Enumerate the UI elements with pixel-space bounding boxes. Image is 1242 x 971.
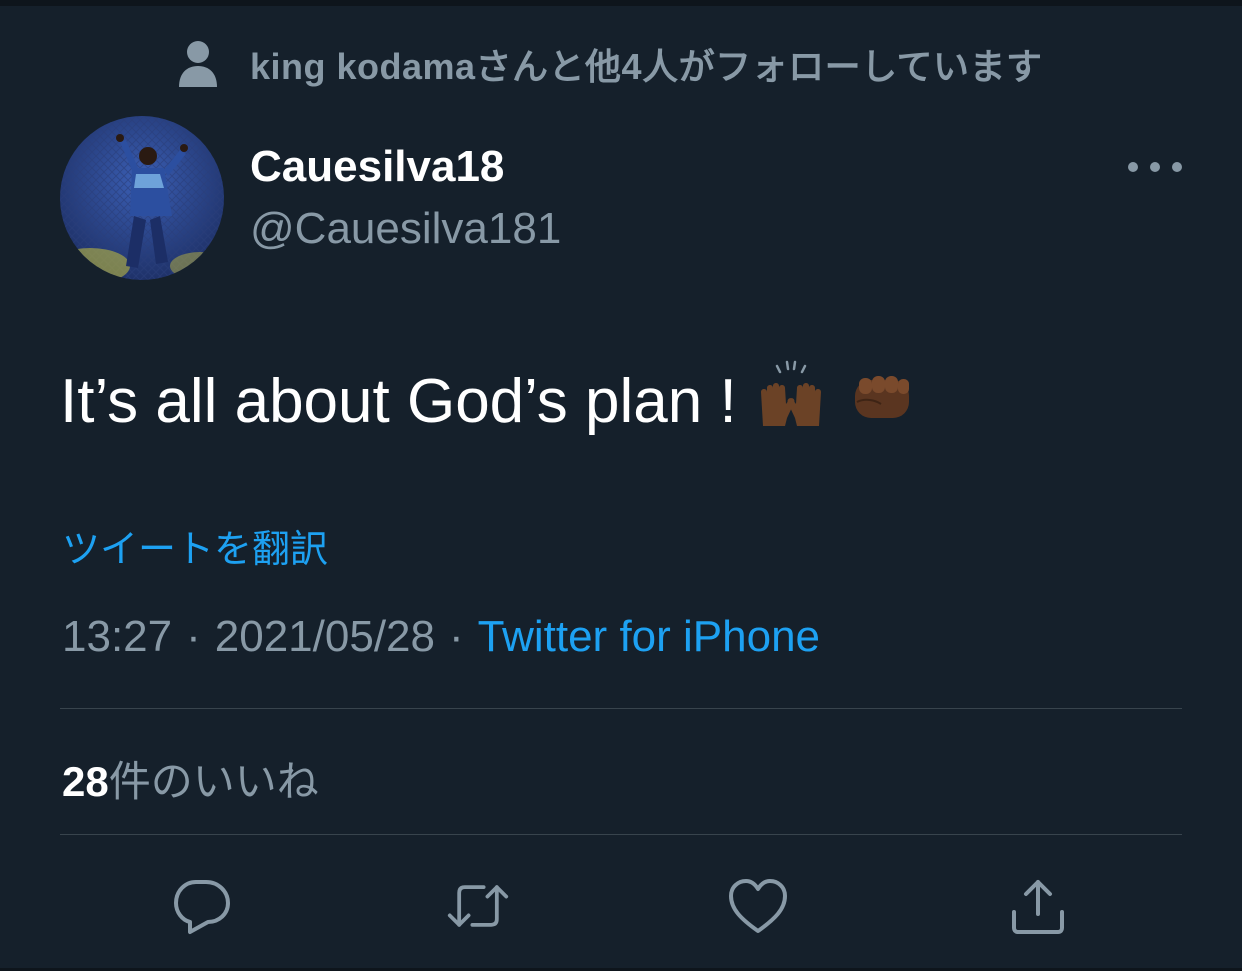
- reply-icon[interactable]: [170, 874, 234, 938]
- person-icon: [176, 38, 220, 90]
- tweet-body: It’s all about God’s plan !: [60, 367, 737, 436]
- likes-label: 件のいいね: [108, 758, 319, 805]
- raising-hands-emoji: [755, 358, 827, 445]
- dot: [1128, 162, 1138, 172]
- likes-number: 28: [62, 758, 109, 805]
- user-handle[interactable]: @Cauesilva181: [250, 204, 561, 254]
- tweet-meta: 13:27 · 2021/05/28 · Twitter for iPhone: [62, 612, 820, 662]
- meta-separator: ·: [186, 612, 201, 661]
- tweet-time: 13:27: [62, 612, 173, 661]
- tweet-source-link[interactable]: Twitter for iPhone: [478, 612, 820, 662]
- divider: [60, 708, 1182, 709]
- translate-tweet-link[interactable]: ツイートを翻訳: [62, 518, 328, 573]
- divider: [60, 834, 1182, 835]
- tweet-date: 2021/05/28: [214, 612, 435, 661]
- avatar[interactable]: [60, 116, 224, 280]
- more-dots-icon[interactable]: [1128, 150, 1182, 184]
- social-context: king kodamaさんと他4人がフォローしています: [176, 38, 1043, 90]
- likes-count[interactable]: 28件のいいね: [62, 748, 319, 809]
- like-icon[interactable]: [726, 874, 790, 938]
- fist-bump-emoji: [845, 358, 917, 445]
- dot: [1150, 162, 1160, 172]
- retweet-icon[interactable]: [446, 874, 510, 938]
- top-edge: [0, 0, 1242, 6]
- share-icon[interactable]: [1006, 874, 1070, 938]
- dot: [1172, 162, 1182, 172]
- display-name[interactable]: Cauesilva18: [250, 142, 504, 192]
- meta-separator: ·: [448, 612, 464, 661]
- social-context-text: king kodamaさんと他4人がフォローしています: [250, 46, 1043, 87]
- tweet-text: It’s all about God’s plan !: [60, 358, 917, 445]
